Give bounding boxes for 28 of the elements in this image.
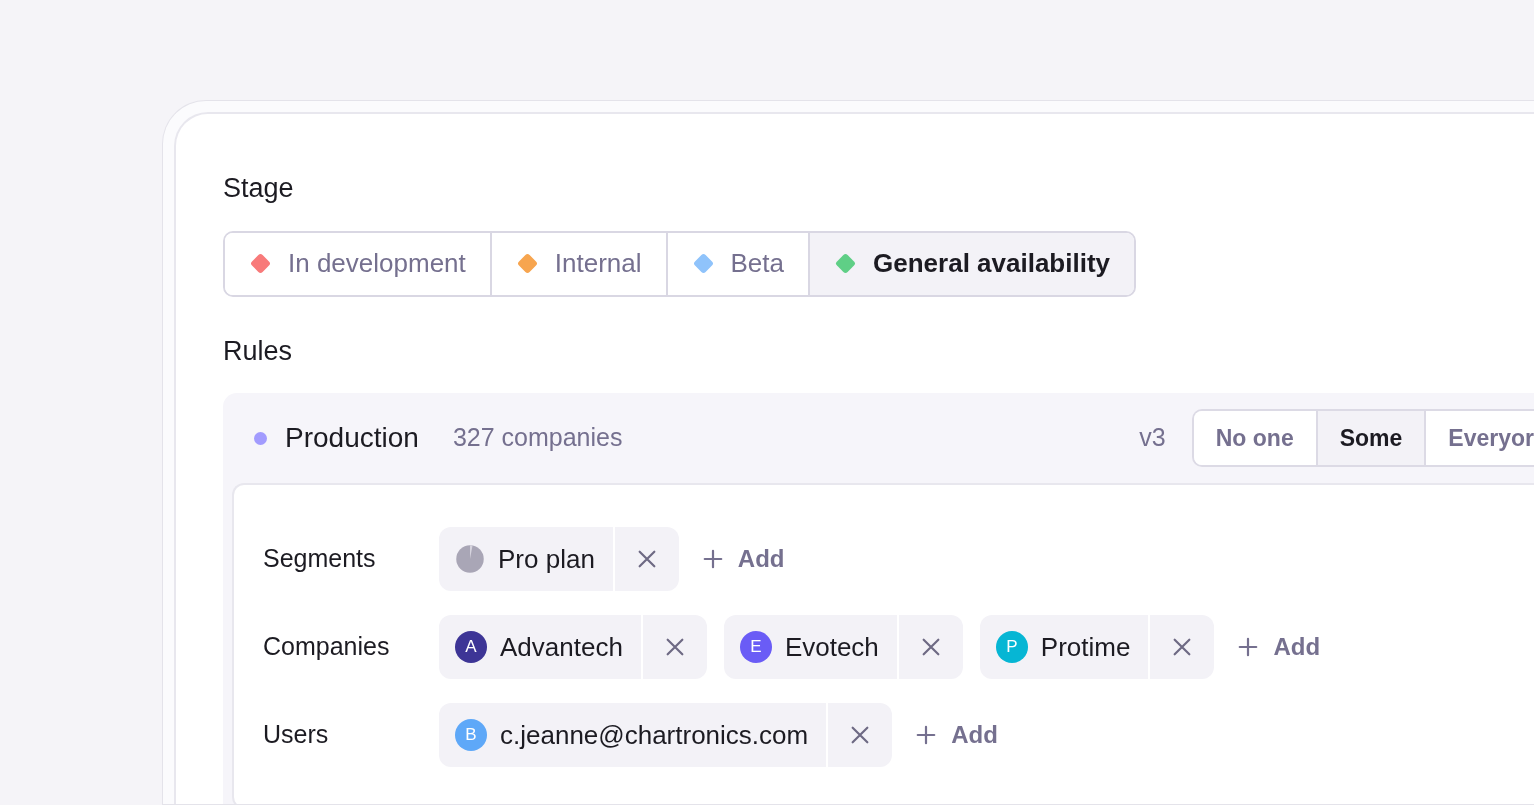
tag-label: Advantech <box>500 630 623 664</box>
row-label: Users <box>263 719 330 751</box>
environment-name: Production <box>285 421 419 455</box>
plus-icon <box>1237 636 1260 658</box>
pie-icon <box>455 544 485 574</box>
tag-label: Protime <box>1040 630 1131 664</box>
company-count: 327 companies <box>452 422 623 454</box>
plus-icon <box>915 724 938 746</box>
access-tab[interactable]: Everyor <box>1426 411 1534 465</box>
row-label: Companies <box>263 631 391 663</box>
avatar: B <box>455 719 487 751</box>
add-button[interactable]: Add <box>695 541 791 577</box>
access-tab[interactable]: No one <box>1193 411 1318 465</box>
version-label: v3 <box>1139 422 1166 454</box>
row-label: Segments <box>263 543 377 575</box>
stage-tab[interactable]: General availability <box>810 232 1135 295</box>
tag-label: Evotech <box>784 630 879 664</box>
avatar: P <box>995 631 1028 663</box>
avatar: E <box>739 631 772 663</box>
section-title: Rules <box>223 334 294 368</box>
section-title: Stage <box>223 172 295 205</box>
stage-tab[interactable]: In development <box>225 232 492 295</box>
add-button[interactable]: Add <box>1231 629 1327 665</box>
plus-icon <box>701 548 724 570</box>
add-button[interactable]: Add <box>909 717 1004 753</box>
tag-label: Pro plan <box>498 542 595 576</box>
avatar: A <box>455 631 487 663</box>
tag-label: c.jeanne@chartronics.com <box>500 718 809 752</box>
